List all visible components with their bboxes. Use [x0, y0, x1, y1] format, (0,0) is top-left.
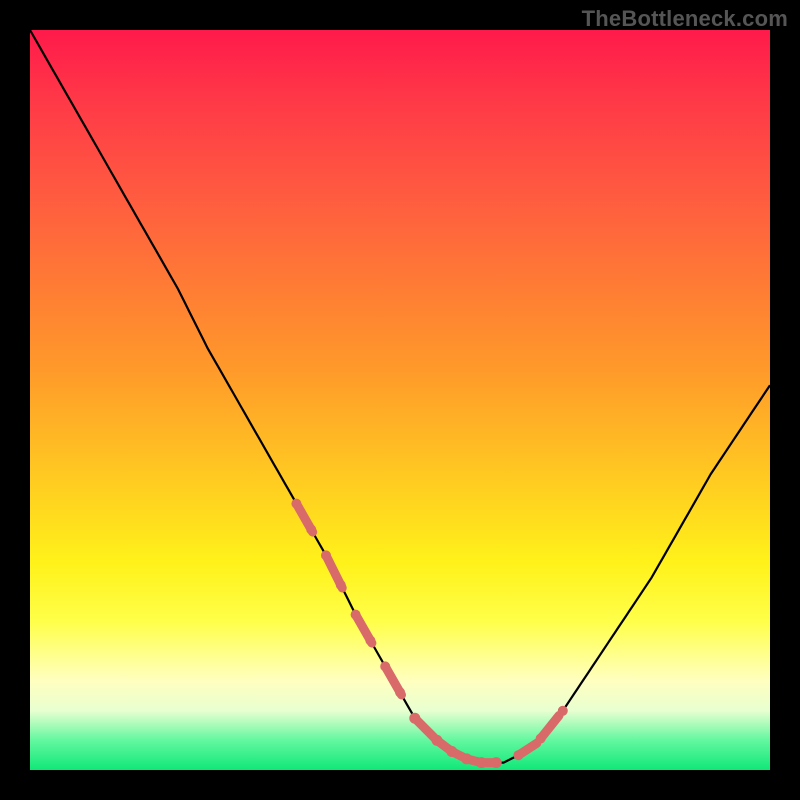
- plot-area: [30, 30, 770, 770]
- marker-dot: [409, 713, 420, 724]
- marker-dot: [446, 746, 457, 757]
- marker-dot: [321, 550, 331, 560]
- marker-dot: [351, 610, 361, 620]
- marker-dot: [536, 734, 546, 744]
- marker-dot: [380, 661, 390, 671]
- chart-frame: TheBottleneck.com: [0, 0, 800, 800]
- marker-dot: [395, 687, 405, 697]
- marker-dot: [513, 750, 523, 760]
- marker-dot: [306, 525, 316, 535]
- marker-dot: [476, 757, 487, 768]
- marker-dot: [365, 636, 375, 646]
- marker-group: [291, 499, 567, 768]
- marker-dot: [432, 735, 443, 746]
- marker-dot: [461, 753, 472, 764]
- marker-dot: [291, 499, 301, 509]
- marker-dot: [336, 580, 346, 590]
- marker-dot: [491, 757, 502, 768]
- watermark-text: TheBottleneck.com: [582, 6, 788, 32]
- marker-dot: [558, 706, 568, 716]
- bottleneck-curve-line: [30, 30, 770, 763]
- curve-svg: [30, 30, 770, 770]
